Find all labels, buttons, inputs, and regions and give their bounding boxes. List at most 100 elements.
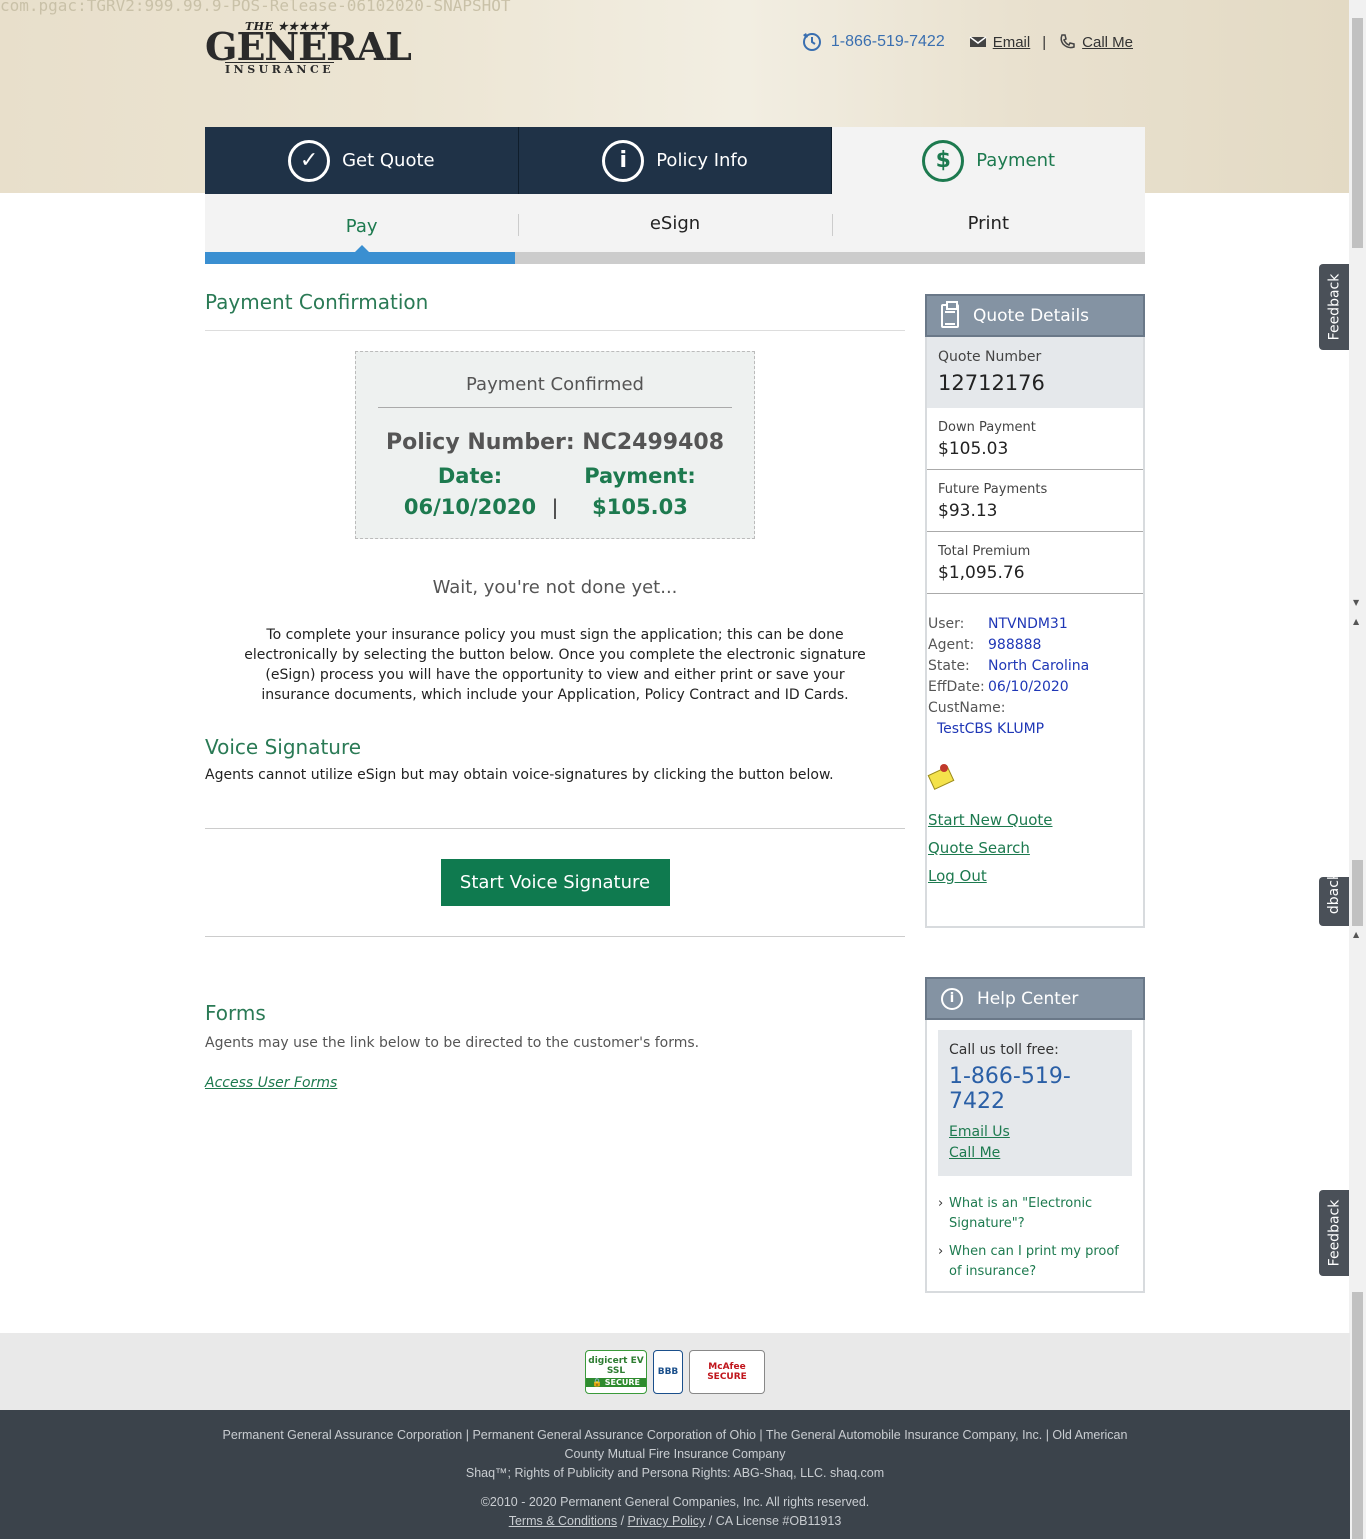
progress-bar-fill xyxy=(205,252,516,264)
payment-amount: $105.03 xyxy=(592,495,688,519)
step-label: Get Quote xyxy=(342,150,435,171)
help-center-header: i Help Center xyxy=(925,977,1145,1020)
general-logo[interactable]: THE ★★★★★ GENERAL ® INSURANCE xyxy=(205,20,412,76)
payment-label: Payment: xyxy=(584,464,696,488)
email-us-link[interactable]: Email Us xyxy=(949,1122,1121,1143)
agent-value: 988888 xyxy=(988,637,1042,653)
user-value: NTVNDM31 xyxy=(988,616,1068,632)
top-separator: | xyxy=(1042,33,1047,51)
scrollbar-thumb-3[interactable] xyxy=(1352,1292,1363,1539)
clipboard-icon xyxy=(941,300,959,328)
voice-signature-heading: Voice Signature xyxy=(205,735,362,759)
info-icon: i xyxy=(941,987,963,1010)
scroll-up-arrow-icon[interactable]: ▲ xyxy=(1353,930,1359,939)
info-circle-icon: i xyxy=(602,139,645,182)
payment-substeps: Pay eSign Print xyxy=(205,194,1145,252)
help-phone-number[interactable]: 1-866-519-7422 xyxy=(949,1064,1121,1114)
security-seals: digicert EV SSL 🔒 SECURE BBB McAfee SECU… xyxy=(0,1333,1350,1410)
scroll-down-arrow-icon[interactable]: ▼ xyxy=(1353,598,1359,607)
policy-number: Policy Number: NC2499408 xyxy=(385,430,725,455)
total-premium-label: Total Premium xyxy=(938,544,1031,559)
step-policy-info[interactable]: i Policy Info xyxy=(518,127,833,194)
wait-heading: Wait, you're not done yet... xyxy=(432,577,678,598)
quote-number-block: Quote Number 12712176 xyxy=(927,337,1143,408)
future-payments-label: Future Payments xyxy=(938,482,1048,497)
footer-copyright: ©2010 - 2020 Permanent General Companies… xyxy=(480,1495,870,1509)
progress-steps: ✓ Get Quote i Policy Info $ Payment xyxy=(205,127,1146,194)
top-call-me-link[interactable]: Call Me xyxy=(1082,34,1133,51)
help-contact-box: Call us toll free: 1-866-519-7422 Email … xyxy=(938,1030,1132,1176)
footer-shaq-rights: Shaq™; Rights of Publicity and Persona R… xyxy=(465,1466,885,1480)
top-contacts: 1-866-519-7422 Email | Call Me xyxy=(801,31,1133,53)
state-value: North Carolina xyxy=(988,658,1090,674)
esign-instructions: To complete your insurance policy you mu… xyxy=(244,627,866,703)
voice-button-zone: Start Voice Signature xyxy=(205,828,905,937)
scrollbar-thumb-2[interactable] xyxy=(1352,860,1363,926)
substep-pay[interactable]: Pay xyxy=(205,194,518,252)
bbb-seal[interactable]: BBB xyxy=(653,1349,683,1394)
substep-print[interactable]: Print xyxy=(831,194,1145,252)
access-user-forms-link[interactable]: Access User Forms xyxy=(205,1075,337,1091)
privacy-policy-link[interactable]: Privacy Policy xyxy=(628,1514,706,1528)
quote-details-panel: Quote Details Quote Number 12712176 Down… xyxy=(925,294,1145,928)
debug-build-label: com.pgac:TGRV2:999.99.9-POS-Release-0610… xyxy=(0,0,511,15)
step-payment[interactable]: $ Payment xyxy=(832,127,1146,194)
quote-search-link[interactable]: Quote Search xyxy=(928,834,1143,862)
faq-proof-of-insurance-link[interactable]: When can I print my proof of insurance? xyxy=(938,1242,1132,1282)
faq-list: What is an "Electronic Signature"? When … xyxy=(927,1176,1143,1282)
footer-legal-links: Terms & Conditions / Privacy Policy / CA… xyxy=(0,1512,1350,1531)
digicert-seal[interactable]: digicert EV SSL 🔒 SECURE xyxy=(585,1349,647,1394)
agent-label: Agent: xyxy=(928,637,975,653)
down-payment-value: $105.03 xyxy=(938,439,1009,459)
custname-value: TestCBS KLUMP xyxy=(937,721,1045,737)
step-label: Policy Info xyxy=(656,150,748,171)
sticky-note-icon[interactable] xyxy=(928,762,954,788)
quote-details-header: Quote Details xyxy=(925,294,1145,337)
terms-conditions-link[interactable]: Terms & Conditions xyxy=(509,1514,617,1528)
call-me-link[interactable]: Call Me xyxy=(949,1143,1121,1164)
value-separator: | xyxy=(551,495,559,519)
feedback-tab[interactable]: Feedback xyxy=(1319,264,1349,350)
payment-date: 06/10/2020 xyxy=(403,495,537,519)
help-center-panel: i Help Center Call us toll free: 1-866-5… xyxy=(925,977,1145,1293)
forms-text: Agents may use the link below to be dire… xyxy=(205,1035,700,1051)
scrollbar-thumb[interactable] xyxy=(1352,18,1363,248)
effdate-label: EffDate: xyxy=(928,679,985,695)
faq-electronic-signature-link[interactable]: What is an "Electronic Signature"? xyxy=(938,1194,1132,1234)
payment-confirmation-box: Payment Confirmed Policy Number: NC24994… xyxy=(355,351,755,539)
top-email-link[interactable]: Email xyxy=(993,34,1031,51)
ca-license: / CA License #OB11913 xyxy=(705,1514,842,1528)
page-scrollbar[interactable]: ▼ ▲ ▲ xyxy=(1349,0,1366,1539)
log-out-link[interactable]: Log Out xyxy=(928,862,1143,890)
page-title: Payment Confirmation xyxy=(205,290,905,331)
start-new-quote-link[interactable]: Start New Quote xyxy=(928,806,1143,834)
confirm-title: Payment Confirmed xyxy=(378,352,732,408)
quote-details-title: Quote Details xyxy=(973,305,1090,326)
session-info: User: NTVNDM31 Agent: 988888 State: North C… xyxy=(927,594,1143,740)
feedback-tab-bottom[interactable]: Feedback xyxy=(1319,1190,1349,1276)
top-phone-number[interactable]: 1-866-519-7422 xyxy=(831,33,945,51)
confirm-labels-row: Date: Payment: xyxy=(356,461,754,492)
forms-heading: Forms xyxy=(205,1001,266,1025)
feedback-partial-label: dback xyxy=(1326,877,1343,915)
dollar-circle-icon: $ xyxy=(922,139,965,182)
phone-icon xyxy=(1060,34,1075,49)
quote-number-value: 12712176 xyxy=(938,371,1045,395)
total-premium-row: Total Premium $1,095.76 xyxy=(927,532,1143,594)
confirm-values-row: 06/10/2020 | $105.03 xyxy=(356,492,754,523)
feedback-label: Feedback xyxy=(1326,1199,1343,1267)
scroll-up-arrow-icon[interactable]: ▲ xyxy=(1353,617,1359,626)
down-payment-label: Down Payment xyxy=(938,420,1036,435)
feedback-tab-partial[interactable]: dback xyxy=(1319,877,1349,926)
site-footer: Permanent General Assurance Corporation … xyxy=(0,1410,1350,1539)
step-get-quote[interactable]: ✓ Get Quote xyxy=(205,127,519,194)
help-center-title: Help Center xyxy=(977,988,1079,1009)
mcafee-seal[interactable]: McAfee SECURE xyxy=(689,1349,765,1394)
start-voice-signature-button[interactable]: Start Voice Signature xyxy=(440,859,670,906)
substep-esign[interactable]: eSign xyxy=(518,194,831,252)
quote-links: Start New Quote Quote Search Log Out xyxy=(927,788,1143,890)
feedback-label: Feedback xyxy=(1326,273,1343,341)
digicert-seal-text: digicert EV SSL xyxy=(588,1356,644,1376)
down-payment-row: Down Payment $105.03 xyxy=(927,408,1143,470)
logo-insurance: INSURANCE xyxy=(225,62,335,76)
